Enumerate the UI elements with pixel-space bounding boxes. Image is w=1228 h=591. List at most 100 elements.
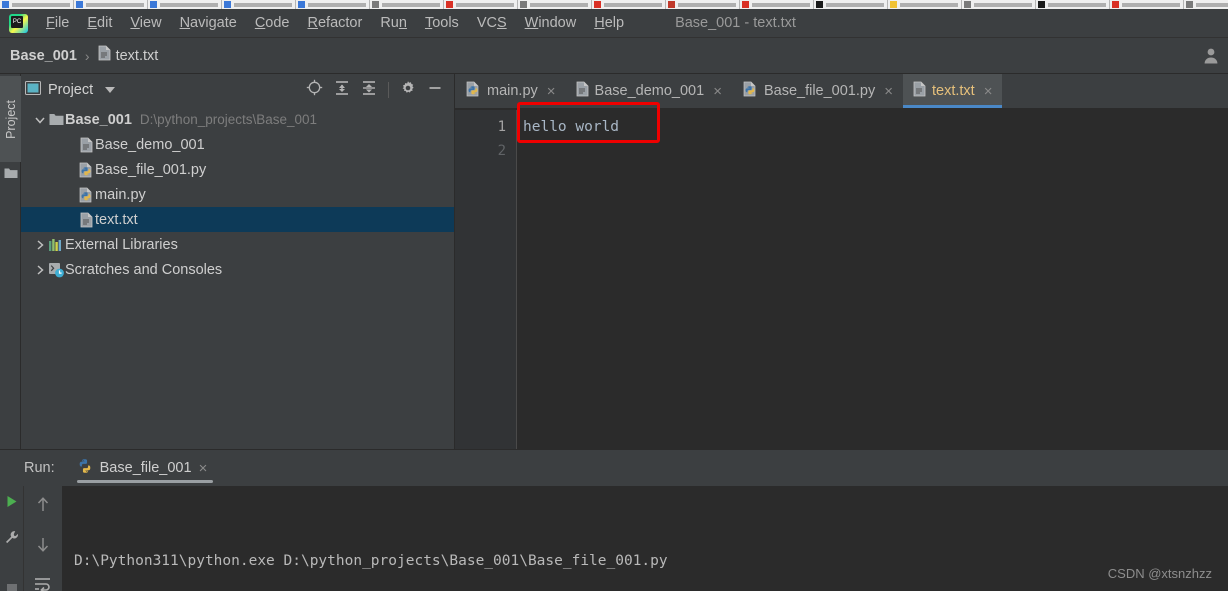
editor-tab-label: text.txt [931,83,975,99]
hide-panel-icon[interactable] [427,80,443,101]
tree-label: Scratches and Consoles [65,261,223,278]
editor-area: main.py × Base_demo_001 × Base_file_001.… [455,74,1228,449]
tree-label: Base_file_001.py [95,161,207,178]
editor-tab-base-demo-001[interactable]: Base_demo_001 × [566,74,732,108]
background-tab [740,0,814,9]
background-tab [0,0,74,9]
background-tab [592,0,666,9]
editor-tab-base-file-001-py[interactable]: Base_file_001.py × [732,74,903,108]
settings-gear-icon[interactable] [400,80,416,101]
text-file-icon [98,45,111,66]
run-left-toolbar [0,486,24,591]
twisty-collapsed-icon[interactable] [33,264,47,275]
project-view-icon [25,80,41,100]
tree-row-text-txt[interactable]: text.txt [21,207,454,232]
collapse-all-icon[interactable] [361,80,377,101]
tool-window-tab-project-label: Project [3,99,18,139]
menu-view[interactable]: View [121,13,170,33]
editor-tabstrip: main.py × Base_demo_001 × Base_file_001.… [455,74,1228,109]
soft-wrap-icon[interactable] [34,576,52,591]
tool-window-tab-project[interactable]: Project [0,76,21,162]
editor-tab-main-py[interactable]: main.py × [455,74,566,108]
pycharm-logo-icon [9,13,28,33]
code-line: hello world [523,119,620,135]
background-tab [148,0,222,9]
background-tab [370,0,444,9]
stop-icon[interactable] [5,582,19,591]
run-configuration-label: Base_file_001 [99,460,192,476]
rerun-play-icon[interactable] [4,494,19,514]
text-file-icon [913,81,926,101]
close-icon[interactable]: × [547,83,556,100]
text-file-icon [77,137,95,153]
menu-window[interactable]: Window [516,13,586,33]
menu-file[interactable]: File [37,13,78,33]
breadcrumb: Base_001 › text.txt [0,38,1228,74]
toolbar-divider [388,82,389,98]
menu-tools[interactable]: Tools [416,13,468,33]
project-panel-title: Project [48,82,94,98]
editor-text-content[interactable]: hello world [517,110,1228,449]
tree-label: main.py [95,186,146,203]
line-number: 2 [497,143,506,159]
editor-tab-label: main.py [487,83,538,99]
tree-row-base-001[interactable]: Base_001 D:\python_projects\Base_001 [21,107,454,132]
folder-icon[interactable] [4,166,18,184]
twisty-collapsed-icon[interactable] [33,239,47,250]
tree-row-base-demo-001[interactable]: Base_demo_001 [21,132,454,157]
scroll-down-icon[interactable] [35,536,51,558]
menu-vcs[interactable]: VCS [468,13,516,33]
user-account-icon[interactable] [1203,47,1219,64]
text-file-icon [77,212,95,228]
breadcrumb-file[interactable]: text.txt [116,48,159,64]
settings-wrench-icon[interactable] [4,530,19,550]
menu-help[interactable]: Help [585,13,633,33]
run-tool-window: Run: Base_file_001 × D:\Python311\python… [0,449,1228,591]
close-icon[interactable]: × [713,83,722,100]
chevron-down-icon[interactable] [105,87,116,93]
window-title: Base_001 - text.txt [675,15,796,31]
background-tab [518,0,592,9]
background-browser-tabstrip [0,0,1228,9]
run-panel-label: Run: [24,460,55,476]
code-area: 1 2 hello world [455,110,1228,449]
tree-label: Base_001 [65,111,132,128]
python-file-icon [465,81,481,101]
tree-row-main-py[interactable]: main.py [21,182,454,207]
tree-row-external-libraries[interactable]: External Libraries [21,232,454,257]
scroll-up-icon[interactable] [35,496,51,518]
expand-all-icon[interactable] [334,80,350,101]
background-tab [962,0,1036,9]
libraries-icon [47,238,65,252]
run-configuration-tab[interactable]: Base_file_001 × [76,450,214,486]
background-tab [888,0,962,9]
scratches-icon [47,262,65,278]
pycharm-window: File Edit View Navigate Code Refactor Ru… [0,0,1228,591]
menu-code[interactable]: Code [246,13,299,33]
project-tree: Base_001 D:\python_projects\Base_001 Bas… [21,106,454,282]
project-tool-window: Project Base_001 D:\python_projects\Base… [21,74,455,449]
menu-navigate[interactable]: Navigate [171,13,246,33]
line-number: 1 [497,119,506,135]
close-icon[interactable]: × [984,83,993,100]
tree-row-base-file-001-py[interactable]: Base_file_001.py [21,157,454,182]
run-console-output[interactable]: D:\Python311\python.exe D:\python_projec… [62,486,1228,591]
line-number-gutter: 1 2 [455,110,517,449]
close-icon[interactable]: × [199,460,208,477]
locate-target-icon[interactable] [306,79,323,101]
breadcrumb-project[interactable]: Base_001 [10,48,77,64]
tree-label: text.txt [95,211,138,228]
twisty-expanded-icon[interactable] [33,115,47,125]
breadcrumb-separator: › [84,47,90,64]
close-icon[interactable]: × [884,83,893,100]
editor-tab-label: Base_file_001.py [763,83,876,99]
python-icon [77,458,93,478]
background-tab [74,0,148,9]
editor-tab-text-txt[interactable]: text.txt × [902,74,1003,108]
tree-row-scratches-and-consoles[interactable]: Scratches and Consoles [21,257,454,282]
menu-run[interactable]: Run [371,13,416,33]
menu-refactor[interactable]: Refactor [299,13,372,33]
editor-tab-label: Base_demo_001 [594,83,705,99]
folder-icon [47,113,65,126]
menu-edit[interactable]: Edit [78,13,121,33]
